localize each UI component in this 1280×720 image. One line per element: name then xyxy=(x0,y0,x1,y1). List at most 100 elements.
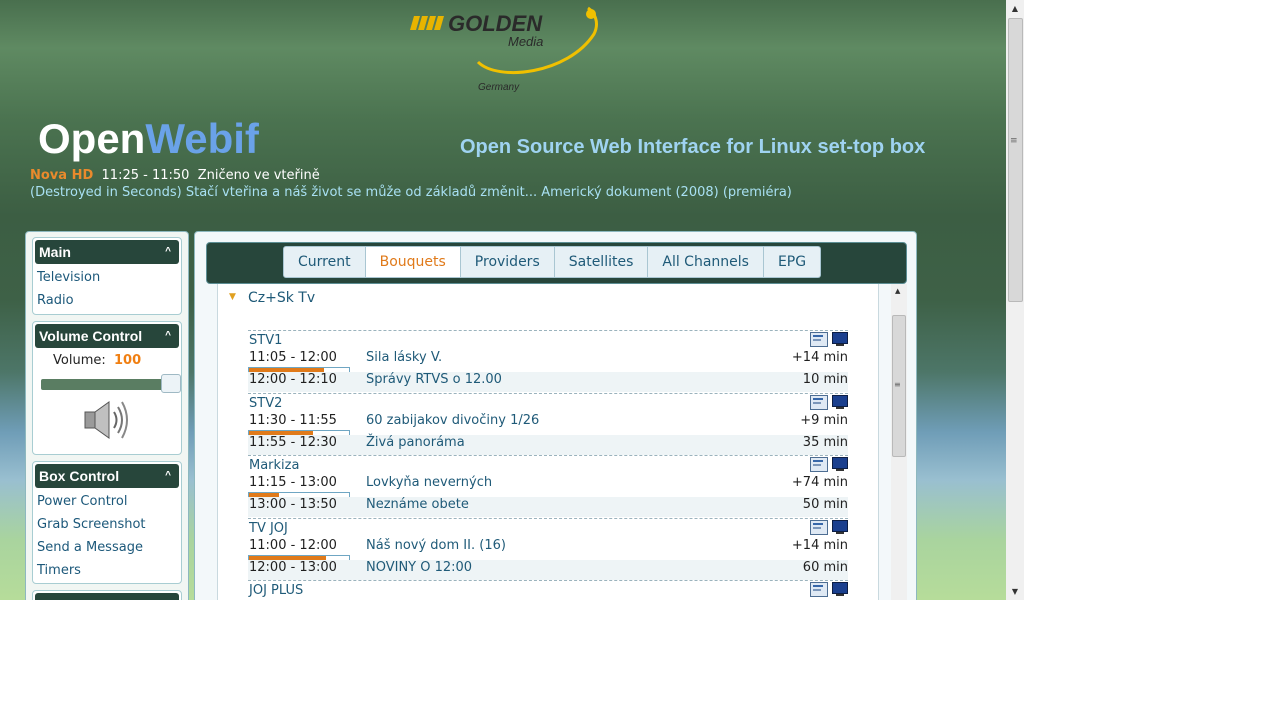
event-time: 11:55 - 12:30 xyxy=(249,434,337,450)
event-title[interactable]: NOVINY O 12:00 xyxy=(366,560,472,575)
tv-stream-icon[interactable] xyxy=(832,394,848,409)
tv-stream-icon[interactable] xyxy=(832,582,848,596)
box-control-title: Box Control xyxy=(39,468,120,484)
collapse-caret-icon[interactable]: ^ xyxy=(165,464,171,488)
tagline: Open Source Web Interface for Linux set-… xyxy=(460,136,926,158)
channel-list-scrollbar[interactable]: ▲ ≡ xyxy=(891,284,907,600)
volume-slider-handle[interactable] xyxy=(161,374,181,393)
event-duration: 50 min xyxy=(802,497,848,512)
sidebar-item-power-control[interactable]: Power Control xyxy=(37,492,181,511)
epg-icon[interactable] xyxy=(810,519,828,535)
volume-control-box: Volume Control ^ Volume: 100 xyxy=(32,321,182,455)
next-event-row: 12:00 - 12:10 Správy RTVS o 12.00 10 min xyxy=(248,372,848,392)
channel-list: STV1 11:05 - 12:00 Sila lásky V. +14 min 12:… xyxy=(248,330,848,600)
event-time: 12:00 - 12:10 xyxy=(249,372,337,387)
speaker-icon[interactable] xyxy=(81,398,131,442)
volume-slider-track[interactable] xyxy=(41,379,173,390)
scrollbar-grip-icon: ≡ xyxy=(894,380,901,389)
event-title[interactable]: Správy RTVS o 12.00 xyxy=(366,372,502,387)
logo-country-text: Germany xyxy=(478,82,520,93)
channel-icons xyxy=(810,332,848,347)
scroll-down-arrow-icon[interactable]: ▼ xyxy=(1006,583,1024,600)
sidebar-item-timers[interactable]: Timers xyxy=(37,561,181,580)
event-time: 11:00 - 12:00 xyxy=(249,537,337,553)
box-control-header[interactable]: Box Control ^ xyxy=(35,464,179,488)
collapse-caret-icon[interactable]: ^ xyxy=(165,324,171,348)
tab-all-channels[interactable]: All Channels xyxy=(648,246,764,278)
page-scrollbar-thumb[interactable] xyxy=(1008,18,1023,302)
sidebar-item-radio[interactable]: Radio xyxy=(37,291,181,310)
event-time: 12:00 - 13:00 xyxy=(249,559,337,575)
event-duration: 35 min xyxy=(802,434,848,450)
tab-providers[interactable]: Providers xyxy=(460,246,555,278)
channel-icons xyxy=(810,519,848,535)
scroll-up-arrow-icon[interactable]: ▲ xyxy=(1006,0,1024,17)
main-menu-header[interactable]: Main ^ xyxy=(35,240,179,264)
title-open: Open xyxy=(38,115,146,162)
sidebar-item-send-message[interactable]: Send a Message xyxy=(37,538,181,557)
main-panel: Current Bouquets Providers Satellites Al… xyxy=(194,231,917,600)
logo-sub-text: Media xyxy=(508,34,543,49)
epg-icon[interactable] xyxy=(810,582,828,597)
volume-label: Volume: 100 xyxy=(53,353,141,368)
next-event-row: 13:00 - 13:50 Neznáme obete 50 min xyxy=(248,497,848,517)
sidebar: Main ^ Television Radio Volume Control ^ V… xyxy=(25,231,189,600)
channel-name[interactable]: Markiza xyxy=(249,458,299,473)
event-remaining: +14 min xyxy=(791,350,848,365)
title-webif: Webif xyxy=(145,115,259,162)
event-title[interactable]: Živá panoráma xyxy=(366,435,465,450)
volume-value: 100 xyxy=(114,353,142,368)
sidebar-item-grab-screenshot[interactable]: Grab Screenshot xyxy=(37,515,181,534)
tab-epg[interactable]: EPG xyxy=(763,246,822,278)
event-title[interactable]: Náš nový dom II. (16) xyxy=(366,538,506,553)
channel-name[interactable]: STV1 xyxy=(249,333,282,348)
epg-icon[interactable] xyxy=(810,457,828,472)
event-duration: 10 min xyxy=(802,372,848,387)
main-menu-title: Main xyxy=(39,244,71,260)
tab-bouquets[interactable]: Bouquets xyxy=(365,246,461,278)
channel-name[interactable]: JOJ PLUS xyxy=(249,583,303,598)
event-title[interactable]: 60 zabijakov divočiny 1/26 xyxy=(366,413,539,428)
main-menu-box: Main ^ Television Radio xyxy=(32,237,182,315)
event-duration: 60 min xyxy=(802,559,848,575)
epg-icon[interactable] xyxy=(810,332,828,347)
expand-triangle-icon[interactable]: ▼ xyxy=(229,292,236,302)
channel-row: STV2 11:30 - 11:55 60 zabijakov divočiny 1… xyxy=(248,392,848,456)
channel-name[interactable]: STV2 xyxy=(249,396,282,411)
bouquet-title[interactable]: Cz+Sk Tv xyxy=(248,290,315,306)
scroll-up-arrow-icon[interactable]: ▲ xyxy=(895,287,900,295)
tab-current[interactable]: Current xyxy=(283,246,366,278)
volume-label-text: Volume: xyxy=(53,353,106,368)
next-event-row: 11:55 - 12:30 Živá panoráma 35 min xyxy=(248,434,848,455)
tv-stream-icon[interactable] xyxy=(832,332,848,346)
collapse-caret-icon[interactable]: ^ xyxy=(165,240,171,264)
tab-satellites[interactable]: Satellites xyxy=(554,246,649,278)
channel-row: Markiza 11:15 - 13:00 Lovkyňa neverných +74… xyxy=(248,455,848,518)
now-playing-description: (Destroyed in Seconds) Stačí vteřina a n… xyxy=(30,185,792,200)
now-playing-time: 11:25 - 11:50 xyxy=(101,168,190,183)
golden-media-logo: GOLDEN Media Germany xyxy=(410,6,598,93)
tab-bar: Current Bouquets Providers Satellites Al… xyxy=(206,242,907,284)
tv-stream-icon[interactable] xyxy=(832,457,848,471)
volume-control-title: Volume Control xyxy=(39,328,143,344)
channel-name[interactable]: TV JOJ xyxy=(249,521,288,536)
now-playing-line: Nova HD 11:25 - 11:50 Zničeno ve vteřině xyxy=(30,168,320,183)
channel-icons xyxy=(810,394,848,410)
event-time: 11:15 - 13:00 xyxy=(249,475,337,490)
event-title[interactable]: Lovkyňa neverných xyxy=(366,475,492,490)
next-box-header[interactable] xyxy=(35,593,179,600)
now-playing-channel[interactable]: Nova HD xyxy=(30,168,93,183)
tv-stream-icon[interactable] xyxy=(832,519,848,534)
channel-icons xyxy=(810,457,848,472)
sidebar-item-television[interactable]: Television xyxy=(37,268,181,287)
epg-icon[interactable] xyxy=(810,394,828,410)
scrollbar-grip-icon: ≡ xyxy=(1010,136,1018,146)
volume-control-header[interactable]: Volume Control ^ xyxy=(35,324,179,348)
event-title[interactable]: Sila lásky V. xyxy=(366,350,442,365)
browser-viewport: GOLDEN Media Germany OpenWebif Open Sour… xyxy=(0,0,1024,600)
now-playing-title: Zničeno ve vteřině xyxy=(197,168,320,183)
event-title[interactable]: Neznáme obete xyxy=(366,497,469,512)
page-scrollbar[interactable]: ▲ ≡ ▼ xyxy=(1006,0,1024,600)
channel-row: JOJ PLUS xyxy=(248,580,848,600)
event-remaining: +9 min xyxy=(800,412,848,428)
